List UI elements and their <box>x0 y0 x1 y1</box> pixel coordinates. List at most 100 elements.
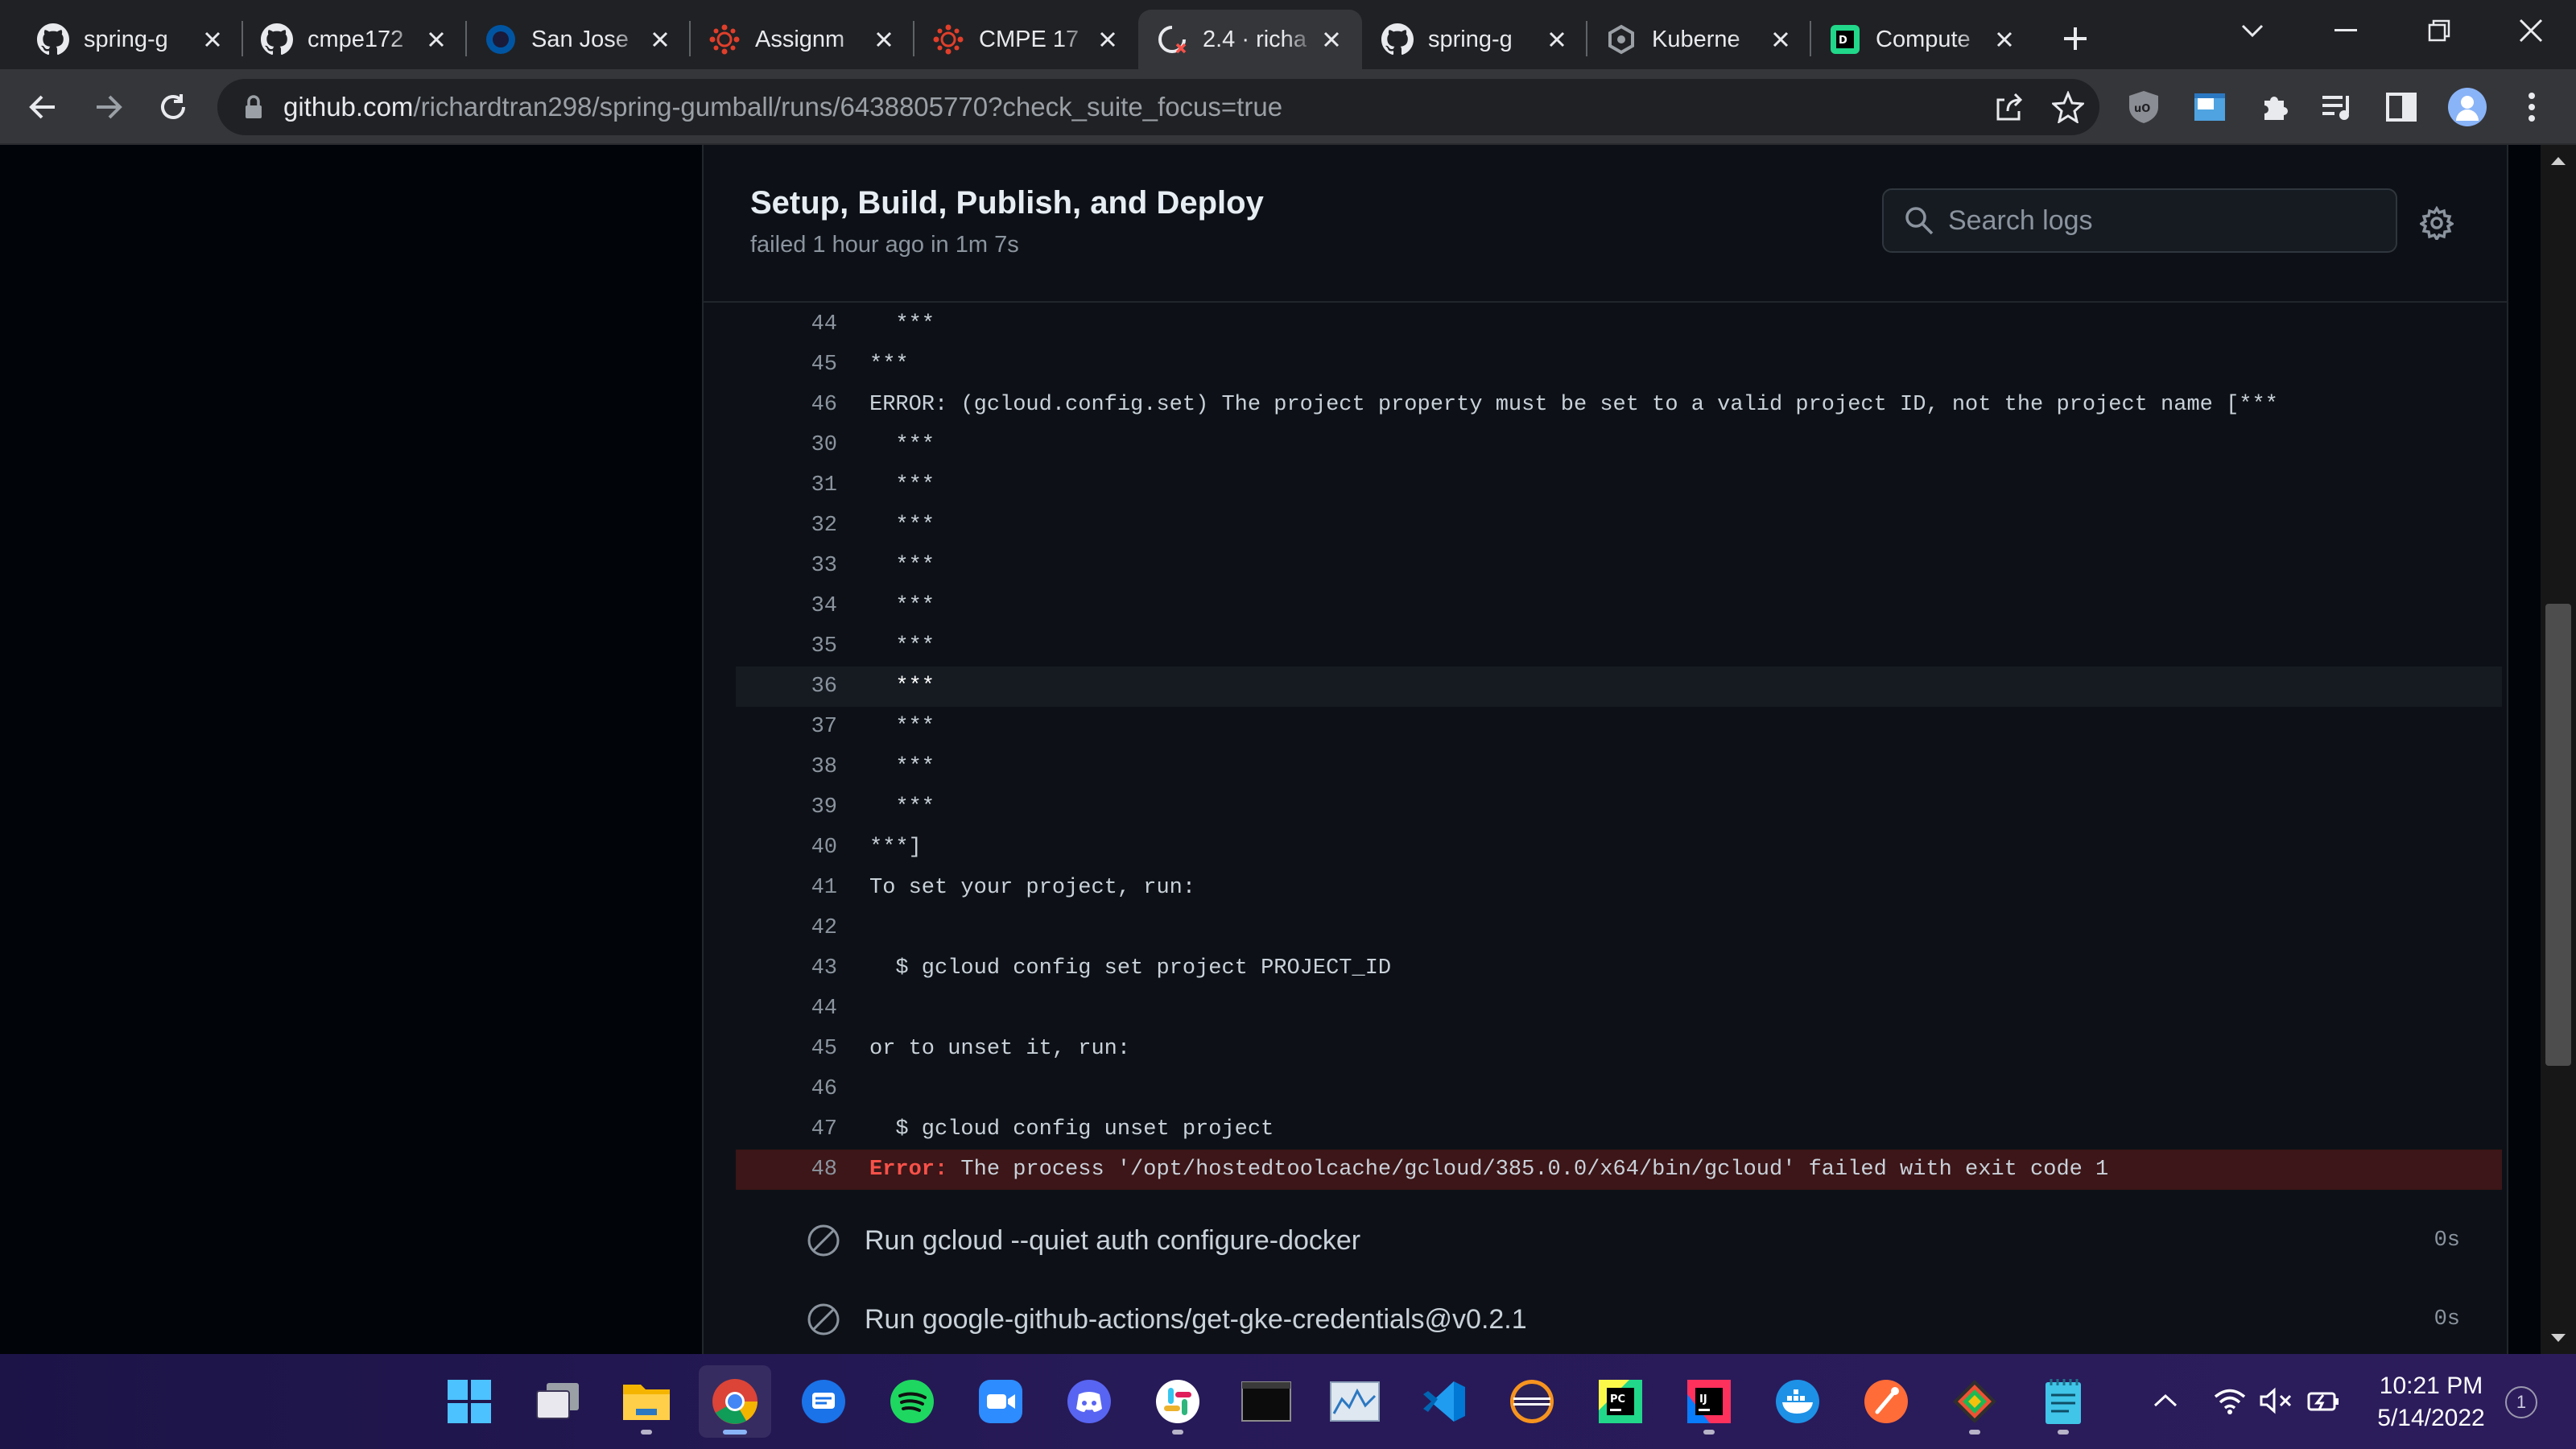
tab-spring-gumball-2[interactable]: spring-g <box>1364 10 1587 69</box>
log-line[interactable]: 34 *** <box>736 586 2502 626</box>
line-number[interactable]: 31 <box>736 473 837 497</box>
line-number[interactable]: 44 <box>736 997 837 1021</box>
log-line[interactable]: 45 *** <box>736 345 2502 385</box>
close-tab-icon[interactable] <box>1767 26 1794 53</box>
log-line[interactable]: 44 <box>736 989 2502 1029</box>
tab-cmpe-172[interactable]: CMPE 17 <box>914 10 1138 69</box>
profile-avatar[interactable] <box>2447 87 2487 127</box>
reload-icon[interactable] <box>150 84 196 130</box>
forward-arrow-icon[interactable] <box>85 84 132 130</box>
line-number[interactable]: 43 <box>736 956 837 980</box>
close-tab-icon[interactable] <box>1543 26 1570 53</box>
log-line[interactable]: 37 *** <box>736 707 2502 747</box>
slack-icon[interactable] <box>1141 1365 1214 1438</box>
log-line-hovered[interactable]: 36 *** <box>736 667 2502 707</box>
back-arrow-icon[interactable] <box>19 84 66 130</box>
lock-icon[interactable] <box>242 93 266 122</box>
line-number[interactable]: 41 <box>736 876 837 900</box>
log-line[interactable]: 30 *** <box>736 425 2502 465</box>
workflow-step[interactable]: Run google-github-actions/get-gke-creden… <box>704 1283 2507 1354</box>
line-number[interactable]: 39 <box>736 795 837 819</box>
close-tab-icon[interactable] <box>1318 26 1344 53</box>
file-explorer-icon[interactable] <box>610 1365 683 1438</box>
line-number[interactable]: 33 <box>736 554 837 578</box>
log-line[interactable]: 32 *** <box>736 506 2502 546</box>
share-icon[interactable] <box>1990 89 2027 126</box>
log-line-error[interactable]: 48 Error: The process '/opt/hostedtoolcac… <box>736 1150 2502 1190</box>
tab-kubernetes[interactable]: Kuberne <box>1587 10 1811 69</box>
log-line[interactable]: 39 *** <box>736 787 2502 828</box>
search-logs-field[interactable] <box>1882 188 2397 253</box>
tab-spring-gumball-1[interactable]: spring-g <box>19 10 243 69</box>
line-number[interactable]: 40 <box>736 836 837 860</box>
line-number[interactable]: 46 <box>736 393 837 417</box>
volume-muted-icon[interactable] <box>2254 1377 2299 1425</box>
line-number[interactable]: 34 <box>736 594 837 618</box>
side-panel-icon[interactable] <box>2381 87 2421 127</box>
spotify-icon[interactable] <box>876 1365 948 1438</box>
intellij-icon[interactable]: IJ <box>1673 1365 1745 1438</box>
chrome-icon[interactable] <box>699 1365 771 1438</box>
tab-compute[interactable]: D Compute <box>1811 10 2035 69</box>
battery-charging-icon[interactable] <box>2301 1377 2346 1425</box>
url-text[interactable]: github.com/richardtran298/spring-gumball… <box>283 92 1282 122</box>
log-line[interactable]: 42 <box>736 908 2502 948</box>
window-resizer-icon[interactable] <box>2190 87 2230 127</box>
close-tab-icon[interactable] <box>199 26 225 53</box>
pycharm-icon[interactable]: PC <box>1584 1365 1657 1438</box>
line-number[interactable]: 44 <box>736 312 837 336</box>
tab-san-jose[interactable]: San Jose <box>467 10 691 69</box>
postman-icon[interactable] <box>1850 1365 1922 1438</box>
log-line[interactable]: 46 <box>736 1069 2502 1109</box>
extensions-puzzle-icon[interactable] <box>2254 87 2294 127</box>
log-line[interactable]: 43 $ gcloud config set project PROJECT_I… <box>736 948 2502 989</box>
ublock-origin-icon[interactable]: uO <box>2124 87 2164 127</box>
close-tab-icon[interactable] <box>870 26 897 53</box>
notepad-icon[interactable] <box>2027 1365 2099 1438</box>
line-number[interactable]: 46 <box>736 1077 837 1101</box>
task-view-icon[interactable] <box>522 1365 594 1438</box>
tab-cmpe172[interactable]: cmpe172 <box>243 10 467 69</box>
system-clock[interactable]: 10:21 PM 5/14/2022 <box>2359 1370 2504 1435</box>
scroll-up-arrow-icon[interactable] <box>2541 145 2576 177</box>
close-tab-icon[interactable] <box>1991 26 2017 53</box>
windows-start-icon[interactable] <box>433 1365 506 1438</box>
log-line[interactable]: 35 *** <box>736 626 2502 667</box>
show-hidden-icons-chevron-icon[interactable] <box>2143 1377 2188 1425</box>
line-number[interactable]: 30 <box>736 433 837 457</box>
close-tab-icon[interactable] <box>1094 26 1121 53</box>
line-number[interactable]: 32 <box>736 514 837 538</box>
log-line[interactable]: 31 *** <box>736 465 2502 506</box>
discord-icon[interactable] <box>1053 1365 1125 1438</box>
resource-monitor-icon[interactable] <box>1319 1365 1391 1438</box>
tab-actions-run-active[interactable]: 2.4 · richa <box>1138 10 1362 69</box>
log-line[interactable]: 47 $ gcloud config unset project <box>736 1109 2502 1150</box>
docker-icon[interactable] <box>1761 1365 1834 1438</box>
close-tab-icon[interactable] <box>423 26 449 53</box>
tab-assignment[interactable]: Assignm <box>691 10 914 69</box>
vscode-icon[interactable] <box>1407 1365 1480 1438</box>
close-window-icon[interactable] <box>2484 0 2576 61</box>
log-line[interactable]: 41 To set your project, run: <box>736 868 2502 908</box>
log-line[interactable]: 45 or to unset it, run: <box>736 1029 2502 1069</box>
zoom-icon[interactable] <box>964 1365 1037 1438</box>
line-number[interactable]: 48 <box>736 1158 837 1182</box>
gear-icon[interactable] <box>2417 203 2457 243</box>
line-number[interactable]: 35 <box>736 634 837 658</box>
log-line[interactable]: 46 ERROR: (gcloud.config.set) The project… <box>736 385 2502 425</box>
line-number[interactable]: 38 <box>736 755 837 779</box>
line-number[interactable]: 37 <box>736 715 837 739</box>
new-tab-button[interactable] <box>2051 14 2099 63</box>
line-number[interactable]: 42 <box>736 916 837 940</box>
log-line[interactable]: 38 *** <box>736 747 2502 787</box>
terminal-icon[interactable] <box>1230 1365 1302 1438</box>
browser-menu-kebab-icon[interactable] <box>2512 87 2552 127</box>
log-line[interactable]: 33 *** <box>736 546 2502 586</box>
notification-badge[interactable]: 1 <box>2505 1386 2537 1418</box>
page-scrollbar[interactable] <box>2541 145 2576 1354</box>
line-number[interactable]: 45 <box>736 1037 837 1061</box>
tab-search-chevron-icon[interactable] <box>2206 0 2299 61</box>
eclipse-icon[interactable] <box>1496 1365 1568 1438</box>
workflow-step[interactable]: Run gcloud --quiet auth configure-docker… <box>704 1204 2507 1277</box>
messages-icon[interactable] <box>787 1365 860 1438</box>
